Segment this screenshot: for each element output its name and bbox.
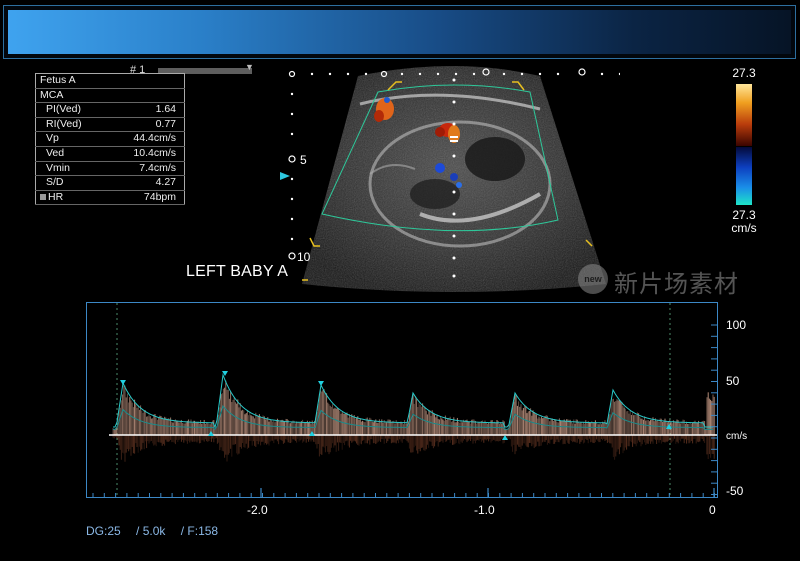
color-scale-min: 27.3 <box>732 208 756 222</box>
y-unit: cm/s <box>726 431 748 442</box>
measurement-label: RI(Ved) <box>35 117 107 133</box>
peak-systole-marker[interactable] <box>120 380 126 385</box>
x-tick-minus1: -1.0 <box>474 503 495 517</box>
hr-marker-icon <box>40 193 46 200</box>
measurement-value: 74bpm <box>106 190 185 206</box>
measurement-row: RI(Ved) 0.77 <box>35 117 185 133</box>
watermark-text: 新片场素材 <box>614 270 739 298</box>
color-scale-max: 27.3 <box>732 66 756 80</box>
measurement-label: PI(Ved) <box>35 102 107 118</box>
measurement-row: HR 74bpm <box>35 190 185 206</box>
y-tick-100: 100 <box>726 318 747 332</box>
focus-marker-icon[interactable] <box>280 172 290 180</box>
measurement-row: S/D 4.27 <box>35 175 185 191</box>
measurement-row: Vmin 7.4cm/s <box>35 161 185 177</box>
x-tick-0: 0 <box>709 503 716 517</box>
color-scale-negative <box>736 147 752 205</box>
measurement-row: Vp 44.4cm/s <box>35 131 185 147</box>
doppler-gain: DG:25 <box>86 524 121 538</box>
measurement-row: MCA <box>35 88 185 104</box>
watermark-logo-icon: new <box>578 264 608 294</box>
depth-marker-10: 10 <box>297 250 311 264</box>
measurement-label: HR <box>35 190 107 206</box>
y-tick-minus50: -50 <box>726 484 744 498</box>
color-scale-positive <box>736 84 752 146</box>
prf-value: / 5.0k <box>136 524 166 538</box>
spectral-waveform <box>92 303 717 497</box>
acquisition-parameters: DG:25 / 5.0k / F:158 <box>86 524 230 538</box>
spectral-doppler-panel <box>86 302 718 498</box>
peak-systole-marker[interactable] <box>318 381 324 386</box>
measurement-row: Ved 10.4cm/s <box>35 146 185 162</box>
measurement-value: 10.4cm/s <box>106 146 185 162</box>
measurement-row: PI(Ved) 1.64 <box>35 102 185 118</box>
measurement-label: S/D <box>35 175 107 191</box>
depth-marker-5: 5 <box>300 153 307 167</box>
y-tick-50: 50 <box>726 374 740 388</box>
measurement-value: 4.27 <box>106 175 185 191</box>
time-axis-ticks <box>92 488 715 497</box>
header-gradient <box>8 10 791 54</box>
x-tick-minus2: -2.0 <box>247 503 268 517</box>
measurement-value <box>106 88 185 104</box>
measurement-value: 44.4cm/s <box>106 131 185 147</box>
measurement-label: Vmin <box>35 161 107 177</box>
watermark: new 新片场素材 <box>578 262 768 298</box>
measurement-value: 7.4cm/s <box>106 161 185 177</box>
measurement-value: 0.77 <box>106 117 185 133</box>
image-annotation: LEFT BABY A <box>186 263 289 280</box>
measurement-label: Fetus A <box>35 73 107 89</box>
filter-value: / F:158 <box>180 524 219 538</box>
measurement-row: Fetus A <box>35 73 185 89</box>
patient-header-bar <box>3 5 796 59</box>
measurement-table: Fetus A MCA PI(Ved) 1.64 RI(Ved) 0.77 Vp 44.4cm… <box>35 73 185 206</box>
measurement-label: Ved <box>35 146 107 162</box>
doppler-spectrum <box>112 380 715 462</box>
measurement-value: 1.64 <box>106 102 185 118</box>
color-scale-unit: cm/s <box>731 221 757 235</box>
measurement-label: Vp <box>35 131 107 147</box>
measurement-value <box>106 73 185 89</box>
measurement-label: MCA <box>35 88 107 104</box>
